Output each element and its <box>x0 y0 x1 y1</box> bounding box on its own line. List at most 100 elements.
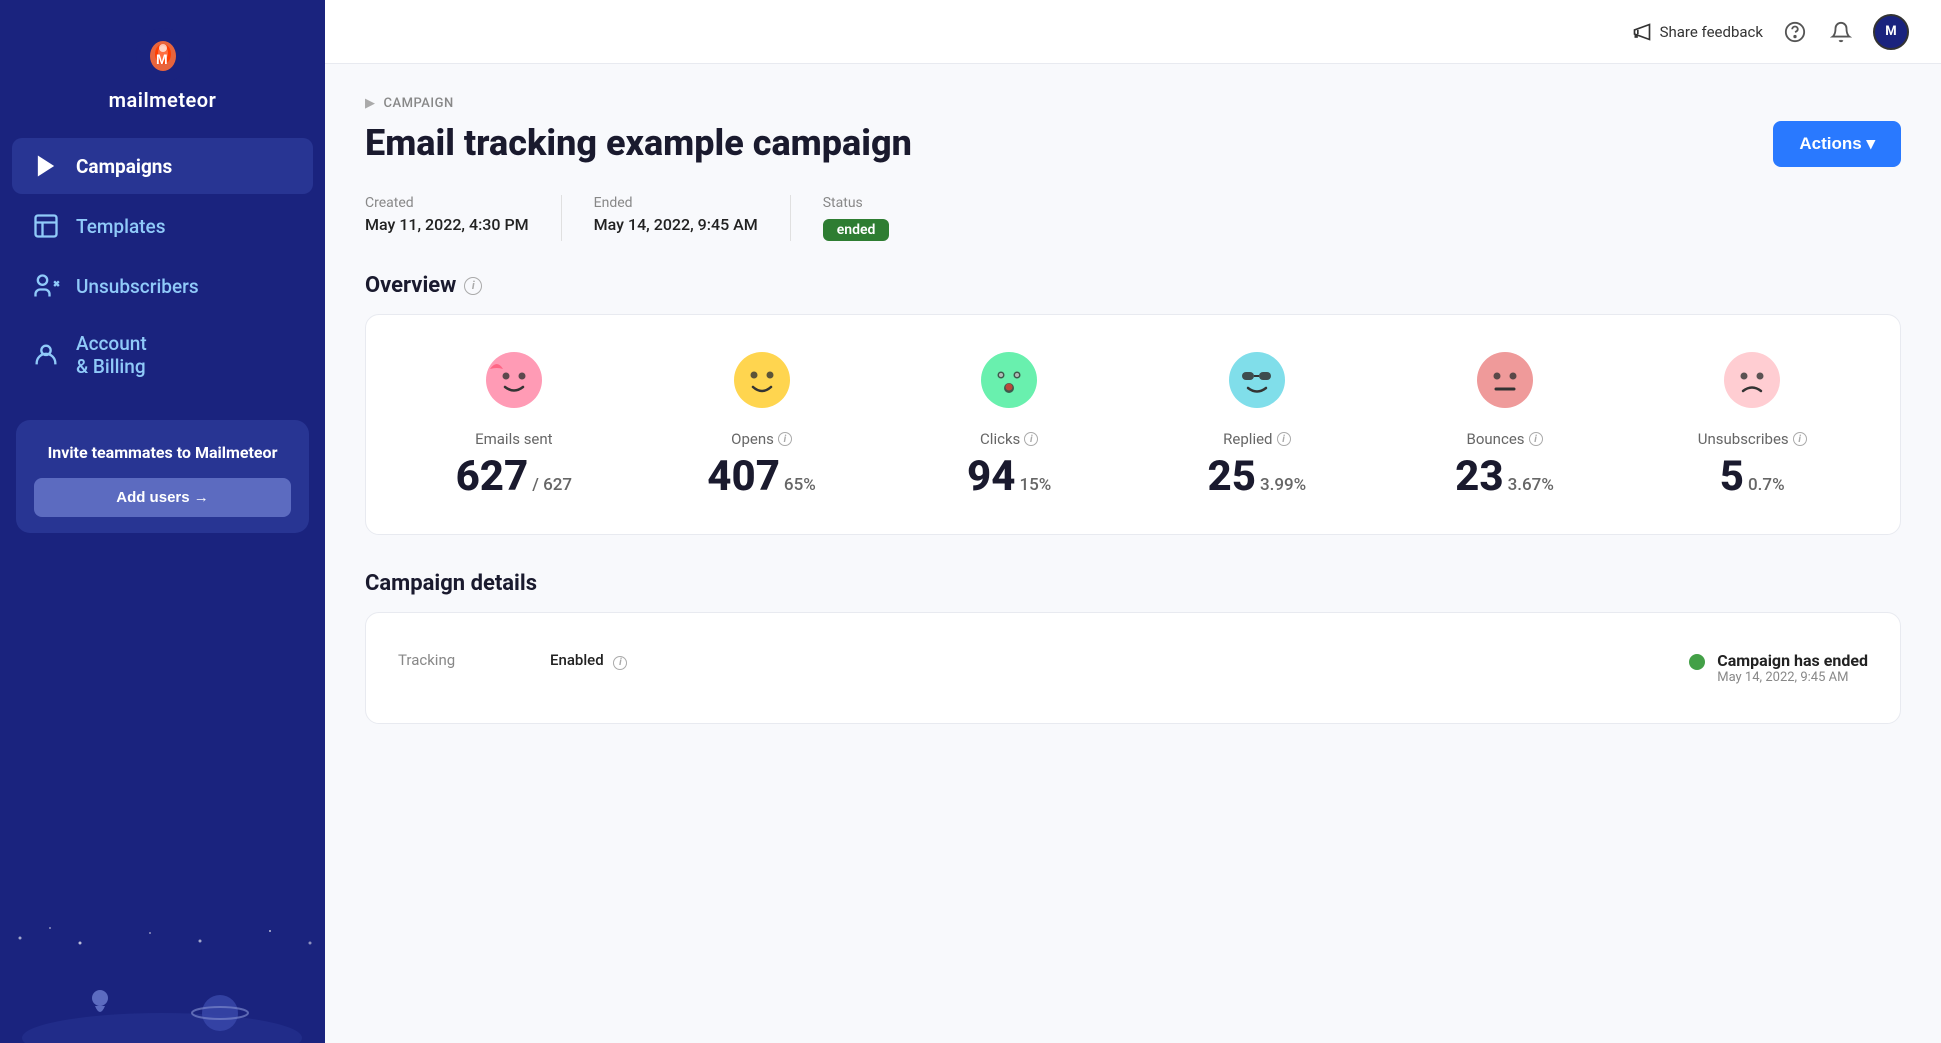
add-users-button[interactable]: Add users → <box>34 478 291 517</box>
sidebar-footer-art <box>0 923 325 1043</box>
campaign-ended-status: Campaign has ended May 14, 2022, 9:45 AM <box>1689 651 1868 685</box>
page-title-row: Email tracking example campaign Actions … <box>365 121 1901 167</box>
sidebar-logo: M mailmeteor <box>0 0 325 130</box>
templates-icon <box>32 212 60 240</box>
meta-status: Status ended <box>823 195 922 241</box>
emoji-unsub-svg <box>1723 351 1781 409</box>
overview-info-icon[interactable]: i <box>464 277 482 295</box>
status-badge: ended <box>823 219 890 241</box>
details-card: Tracking Enabled i Campaign has ended Ma… <box>365 612 1901 724</box>
stat-label-opens: Opens i <box>731 430 792 448</box>
stat-value-opens: 407 65% <box>707 456 816 498</box>
status-label: Status <box>823 195 890 211</box>
sidebar-item-campaigns[interactable]: Campaigns <box>12 138 313 194</box>
svg-text:M: M <box>156 51 168 67</box>
emoji-clicks-svg <box>980 351 1038 409</box>
avatar-initials: M <box>1885 24 1896 39</box>
meta-row: Created May 11, 2022, 4:30 PM Ended May … <box>365 195 1901 241</box>
breadcrumb-label: CAMPAIGN <box>384 96 454 111</box>
stat-label-bounces: Bounces i <box>1467 430 1543 448</box>
tracking-info-icon[interactable]: i <box>613 656 627 670</box>
clicks-info-icon[interactable]: i <box>1024 432 1038 446</box>
ended-label: Ended <box>594 195 758 211</box>
stat-label-sent: Emails sent <box>475 430 552 448</box>
stat-emoji-clicks <box>980 351 1038 418</box>
meta-created: Created May 11, 2022, 4:30 PM <box>365 195 562 241</box>
sidebar-invite-box: Invite teammates to Mailmeteor Add users… <box>16 420 309 533</box>
stat-emoji-bounces <box>1476 351 1534 418</box>
campaigns-icon <box>32 152 60 180</box>
account-icon <box>32 341 60 369</box>
user-avatar[interactable]: M <box>1873 14 1909 50</box>
details-title-text: Campaign details <box>365 571 537 596</box>
overview-card: Emails sent 627 / 627 <box>365 314 1901 535</box>
tracking-value: Enabled i <box>550 651 627 670</box>
details-section-title: Campaign details <box>365 571 1901 596</box>
logo-icon: M <box>136 28 190 82</box>
campaign-ended-date: May 14, 2022, 9:45 AM <box>1717 670 1868 685</box>
stat-emoji-unsub <box>1723 351 1781 418</box>
invite-title: Invite teammates to Mailmeteor <box>34 442 291 464</box>
sidebar-item-unsubscribers[interactable]: Unsubscribers <box>12 258 313 314</box>
sidebar-nav: Campaigns Templates Unsubscribers <box>0 130 325 400</box>
help-icon <box>1784 21 1806 43</box>
unsubscribers-icon <box>32 272 60 300</box>
sidebar-item-account-billing[interactable]: Account & Billing <box>12 318 313 392</box>
stat-emoji-replied <box>1228 351 1286 418</box>
stat-label-unsub: Unsubscribes i <box>1698 430 1807 448</box>
unsub-info-icon[interactable]: i <box>1793 432 1807 446</box>
topbar: Share feedback M <box>325 0 1941 64</box>
feedback-button[interactable]: Share feedback <box>1632 22 1763 42</box>
details-tracking-row: Tracking Enabled i Campaign has ended Ma… <box>398 641 1868 695</box>
stat-unsubscribes: Unsubscribes i 5 0.7% <box>1636 351 1868 498</box>
sidebar-account-label: Account & Billing <box>76 332 147 378</box>
feedback-label: Share feedback <box>1660 23 1763 41</box>
stat-replied: Replied i 25 3.99% <box>1141 351 1373 498</box>
overview-title-text: Overview <box>365 273 456 298</box>
created-label: Created <box>365 195 529 211</box>
opens-info-icon[interactable]: i <box>778 432 792 446</box>
help-button[interactable] <box>1781 18 1809 46</box>
stat-value-unsub: 5 0.7% <box>1720 456 1785 498</box>
sidebar-campaigns-label: Campaigns <box>76 155 172 178</box>
megaphone-icon <box>1632 22 1652 42</box>
created-value: May 11, 2022, 4:30 PM <box>365 215 529 234</box>
main-area: Share feedback M ▶ CAMPAIGN Ema <box>325 0 1941 1043</box>
overview-section-title: Overview i <box>365 273 1901 298</box>
emoji-opens-svg <box>733 351 791 409</box>
campaign-ended-title: Campaign has ended <box>1717 651 1868 670</box>
emoji-bounces-svg <box>1476 351 1534 409</box>
stat-emoji-opens <box>733 351 791 418</box>
emoji-sent-svg <box>485 351 543 409</box>
emoji-replied-svg <box>1228 351 1286 409</box>
ended-value: May 14, 2022, 9:45 AM <box>594 215 758 234</box>
sidebar-item-templates[interactable]: Templates <box>12 198 313 254</box>
stat-bounces: Bounces i 23 3.67% <box>1389 351 1621 498</box>
bounces-info-icon[interactable]: i <box>1529 432 1543 446</box>
replied-info-icon[interactable]: i <box>1277 432 1291 446</box>
actions-button[interactable]: Actions ▾ <box>1773 121 1901 167</box>
stat-value-replied: 25 3.99% <box>1208 456 1307 498</box>
breadcrumb: ▶ CAMPAIGN <box>365 96 1901 111</box>
green-dot-icon <box>1689 654 1705 670</box>
page-content: ▶ CAMPAIGN Email tracking example campai… <box>325 64 1941 1043</box>
stat-value-bounces: 23 3.67% <box>1455 456 1554 498</box>
stat-value-sent: 627 / 627 <box>456 456 573 498</box>
breadcrumb-arrow: ▶ <box>365 96 376 111</box>
campaign-ended-info: Campaign has ended May 14, 2022, 9:45 AM <box>1717 651 1868 685</box>
stat-opens: Opens i 407 65% <box>646 351 878 498</box>
stat-label-clicks: Clicks i <box>980 430 1038 448</box>
stat-value-clicks: 94 15% <box>967 456 1051 498</box>
stat-emails-sent: Emails sent 627 / 627 <box>398 351 630 498</box>
stat-clicks: Clicks i 94 15% <box>893 351 1125 498</box>
page-title: Email tracking example campaign <box>365 122 912 165</box>
sidebar: M mailmeteor Campaigns Templates <box>0 0 325 1043</box>
stat-emoji-sent <box>485 351 543 418</box>
sidebar-unsubscribers-label: Unsubscribers <box>76 275 199 298</box>
bell-icon <box>1830 21 1852 43</box>
meta-ended: Ended May 14, 2022, 9:45 AM <box>594 195 791 241</box>
stat-label-replied: Replied i <box>1223 430 1290 448</box>
notification-button[interactable] <box>1827 18 1855 46</box>
sidebar-templates-label: Templates <box>76 215 165 238</box>
tracking-label: Tracking <box>398 651 518 669</box>
